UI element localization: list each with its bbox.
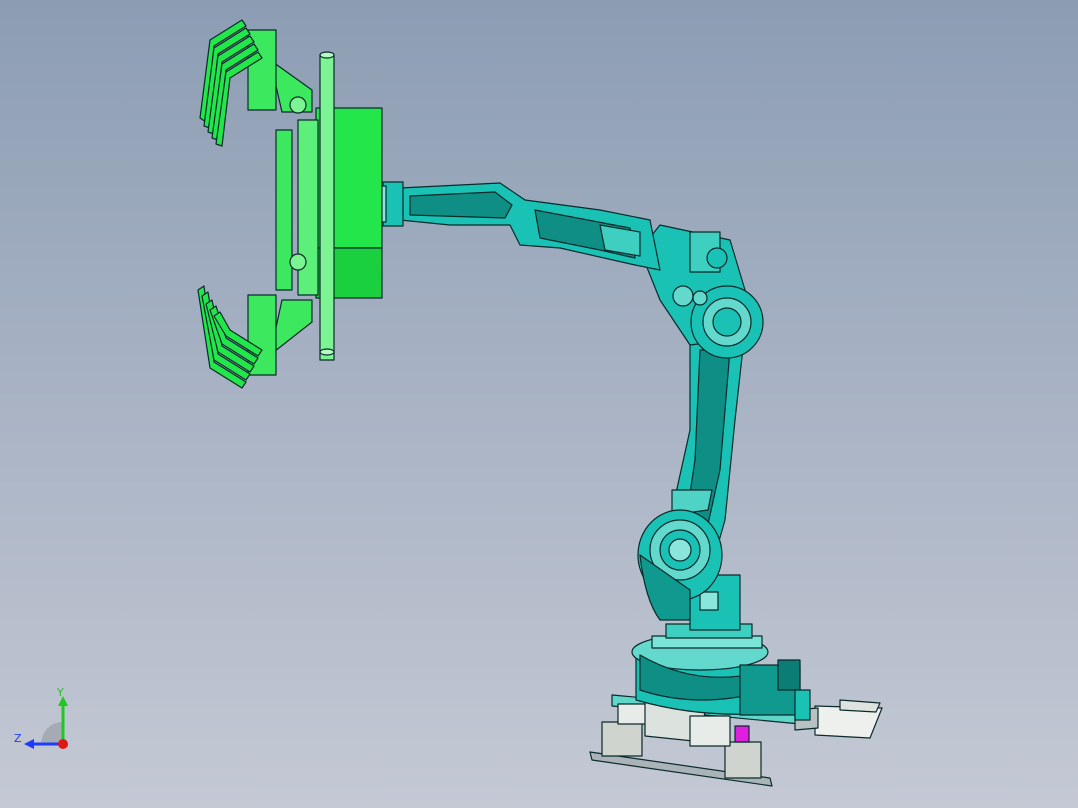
z-arrow-icon	[24, 739, 34, 749]
elbow-joint[interactable]	[639, 224, 764, 359]
robot-forearm[interactable]	[399, 182, 661, 271]
magenta-marker	[734, 725, 750, 743]
gripper-lower-fingers[interactable]	[197, 253, 313, 389]
robot-turret[interactable]	[631, 623, 811, 721]
z-axis-label: Z	[14, 732, 22, 745]
y-axis-label: Y	[56, 686, 64, 699]
coordinate-triad: Y Z	[10, 684, 80, 754]
gripper-upper-fingers[interactable]	[199, 19, 313, 147]
x-axis-dot	[58, 739, 68, 749]
robot-arm-model[interactable]	[0, 0, 1078, 808]
cad-viewport[interactable]: Y Z	[0, 0, 1078, 808]
